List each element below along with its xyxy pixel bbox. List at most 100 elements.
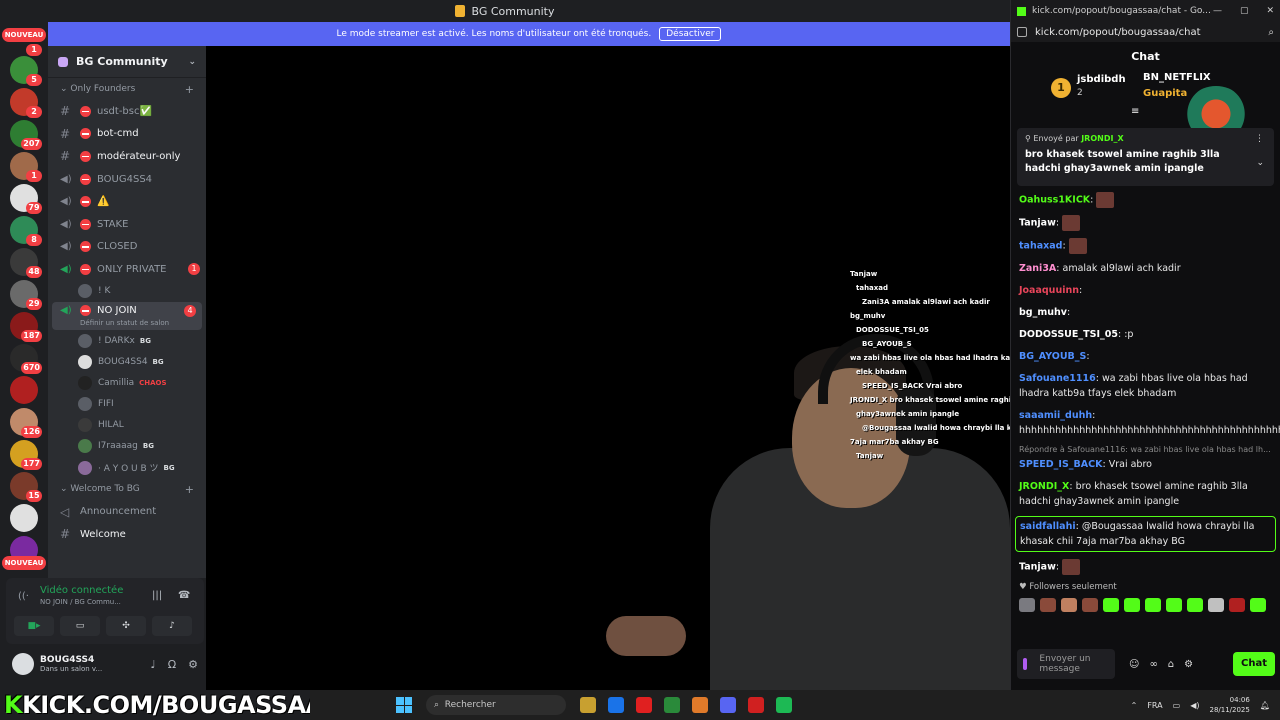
notification-bell-icon[interactable]: 🔔︎ xyxy=(1260,701,1270,710)
voice-location[interactable]: NO JOIN / BG Commu... xyxy=(40,598,121,606)
emote-icon[interactable] xyxy=(1040,598,1056,612)
voice-channel-stake[interactable]: ◀) STAKE xyxy=(48,213,206,236)
leaderboard-user[interactable]: Guapita xyxy=(1143,88,1187,99)
noise-suppression-icon[interactable]: ||| xyxy=(152,590,162,601)
voice-channel-boug4ss4[interactable]: ◀) BOUG4SS4 xyxy=(48,168,206,191)
taskbar-search[interactable]: ⌕ Rechercher xyxy=(426,695,566,715)
chat-message[interactable]: Tanjaw: xyxy=(1019,559,1272,575)
chat-message[interactable]: Safouane1116: wa zabi hbas live ola hbas… xyxy=(1019,371,1272,401)
emote-icon[interactable] xyxy=(1019,598,1035,612)
emote-icon[interactable] xyxy=(1082,598,1098,612)
taskbar-app-icon[interactable] xyxy=(692,697,708,713)
leaderboard-user[interactable]: BN_NETFLIX xyxy=(1143,72,1211,83)
chat-message[interactable]: Zani3A: amalak al9lawi ach kadir xyxy=(1019,261,1272,276)
server-icon[interactable] xyxy=(10,376,38,404)
volume-icon[interactable]: ◀) xyxy=(1190,701,1199,710)
emote-icon[interactable] xyxy=(1208,598,1224,612)
voice-channel-closed[interactable]: ◀) CLOSED xyxy=(48,236,206,259)
server-header[interactable]: BG Community ⌄ xyxy=(48,46,206,78)
camera-button[interactable]: ■▸ xyxy=(14,616,54,636)
voice-user[interactable]: · A Y O U B ツ BG xyxy=(48,457,206,478)
voice-channel-warning[interactable]: ◀) ⚠️ xyxy=(48,190,206,213)
zoom-icon[interactable]: ⌕ xyxy=(1268,27,1274,38)
chat-username[interactable]: DODOSSUE_TSI_05 xyxy=(1019,329,1118,340)
voice-user[interactable]: FIFI xyxy=(48,394,206,415)
store-icon[interactable]: ⌂ xyxy=(1168,659,1174,670)
emote-icon[interactable] xyxy=(1229,598,1245,612)
emote-picker-icon[interactable]: ☺ xyxy=(1129,659,1139,670)
taskbar-app-icon[interactable] xyxy=(776,697,792,713)
emote-icon[interactable] xyxy=(1145,598,1161,612)
chat-username[interactable]: Zani3A xyxy=(1019,263,1056,274)
add-channel-icon[interactable]: + xyxy=(185,483,194,496)
disconnect-icon[interactable]: ☎ xyxy=(178,590,190,601)
channel-status-hint[interactable]: Définir un statut de salon xyxy=(60,319,196,327)
taskbar-app-icon[interactable] xyxy=(608,697,624,713)
chat-username[interactable]: Safouane1116 xyxy=(1019,373,1096,384)
chat-username[interactable]: BG_AYOUB_S xyxy=(1019,351,1086,362)
emote-icon[interactable] xyxy=(1124,598,1140,612)
chat-message[interactable]: Oahuss1KICK: xyxy=(1019,192,1272,208)
chat-message[interactable]: bg_muhv: xyxy=(1019,305,1272,320)
chat-username[interactable]: JRONDI_X xyxy=(1019,481,1069,492)
voice-user[interactable]: I7raaaag BG xyxy=(48,436,206,457)
disable-streamer-mode-button[interactable]: Désactiver xyxy=(659,27,722,41)
voice-channel-only-private[interactable]: ◀) ONLY PRIVATE 1 xyxy=(48,258,206,281)
avatar[interactable] xyxy=(12,653,34,675)
microphone-icon[interactable]: ♩ xyxy=(151,658,156,671)
emote-icon[interactable] xyxy=(1166,598,1182,612)
lang-indicator[interactable]: FRA xyxy=(1147,701,1162,710)
send-chat-button[interactable]: Chat xyxy=(1233,652,1275,676)
reply-context[interactable]: Répondre à Safouane1116: wa zabi hbas li… xyxy=(1019,445,1272,454)
voice-status[interactable]: Vidéo connectée xyxy=(40,585,123,596)
chat-message[interactable]: JRONDI_X: bro khasek tsowel amine raghib… xyxy=(1019,479,1272,509)
gear-icon[interactable]: ⚙ xyxy=(1184,659,1193,670)
soundboard-button[interactable]: ♪ xyxy=(152,616,192,636)
voice-user[interactable]: ! K xyxy=(48,281,206,302)
address-bar[interactable]: kick.com/popout/bougassaa/chat ⌕ xyxy=(1011,22,1280,42)
pinned-author[interactable]: JRONDI_X xyxy=(1081,134,1123,143)
pinned-message[interactable]: ⚲ Envoyé par JRONDI_X bro khasek tsowel … xyxy=(1017,128,1274,186)
chat-input[interactable]: Envoyer un message xyxy=(1017,649,1115,679)
chat-message[interactable]: Tanjaw: xyxy=(1019,215,1272,231)
taskbar-app-icon[interactable] xyxy=(664,697,680,713)
emote-icon[interactable] xyxy=(1250,598,1266,612)
mic-icon[interactable] xyxy=(1023,658,1028,670)
chat-message[interactable]: Joaaquuinn: xyxy=(1019,283,1272,298)
taskbar-app-icon[interactable] xyxy=(748,697,764,713)
gear-icon[interactable]: ⚙ xyxy=(188,658,198,671)
voice-channel-no-join[interactable]: ◀) NO JOIN 4 Définir un statut de salon xyxy=(52,301,202,330)
voice-user[interactable]: HILAL xyxy=(48,415,206,436)
video-stream[interactable]: Tanjaw tahaxad Zani3A amalak al9lawi ach k… xyxy=(206,46,1010,690)
site-settings-icon[interactable] xyxy=(1017,27,1027,37)
voice-user[interactable]: BOUG4SS4 BG xyxy=(48,351,206,372)
chat-message[interactable]: DODOSSUE_TSI_05: :p xyxy=(1019,327,1272,342)
channel-announcement[interactable]: ◁ Announcement xyxy=(48,500,206,523)
add-channel-icon[interactable]: + xyxy=(185,83,194,96)
voice-user[interactable]: ! DARKx BG xyxy=(48,330,206,351)
channel-bot-cmd[interactable]: # bot-cmd xyxy=(48,123,206,146)
windows-start-icon[interactable] xyxy=(396,697,412,713)
chat-message[interactable]: saaamii_duhh: hhhhhhhhhhhhhhhhhhhhhhhhhh… xyxy=(1019,408,1280,438)
chat-username[interactable]: Tanjaw xyxy=(1019,562,1056,573)
taskbar-app-icon[interactable] xyxy=(580,697,596,713)
channel-moderateur-only[interactable]: # modérateur-only xyxy=(48,145,206,168)
channel-usdt-bsc[interactable]: # usdt-bsc✅ xyxy=(48,100,206,123)
chat-message[interactable]: BG_AYOUB_S: xyxy=(1019,349,1272,364)
maximize-icon[interactable]: ▢ xyxy=(1240,6,1249,16)
emote-icon[interactable] xyxy=(1187,598,1203,612)
category-welcome[interactable]: ⌄ Welcome To BG + xyxy=(48,478,206,500)
taskbar-app-icon[interactable] xyxy=(720,697,736,713)
chat-username[interactable]: Tanjaw xyxy=(1019,218,1056,229)
channel-welcome[interactable]: # Welcome xyxy=(48,523,206,546)
chat-username[interactable]: bg_muhv xyxy=(1019,307,1067,318)
chat-username[interactable]: tahaxad xyxy=(1019,241,1062,252)
extensions-icon[interactable]: ∞ xyxy=(1149,659,1157,670)
clock[interactable]: 04:06 28/11/2025 xyxy=(1209,695,1249,715)
close-icon[interactable]: ✕ xyxy=(1266,6,1274,16)
emote-icon[interactable] xyxy=(1103,598,1119,612)
chat-message[interactable]: tahaxad: xyxy=(1019,238,1272,254)
headphones-icon[interactable]: Ω xyxy=(168,658,176,671)
emote-icon[interactable] xyxy=(1061,598,1077,612)
expand-icon[interactable]: ≡ xyxy=(1131,106,1139,117)
